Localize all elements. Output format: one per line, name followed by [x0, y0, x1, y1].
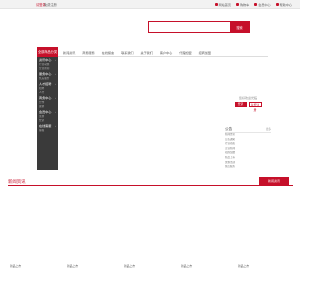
product-card[interactable]: 新品上市	[236, 186, 293, 270]
section-title: 新闻资讯	[8, 179, 26, 184]
user-buttons: 登录 免费注册	[225, 102, 271, 112]
search-bar: 搜索	[148, 21, 250, 33]
product-name[interactable]: 新品上市	[67, 264, 78, 268]
notice-more-link[interactable]: 更多	[266, 127, 271, 131]
sidebar-group[interactable]: 商务中心 合作 案例	[37, 95, 58, 109]
search-button[interactable]: 搜索	[230, 22, 249, 32]
product-card[interactable]: 新品上市	[8, 186, 65, 270]
nav-link[interactable]: 联系我们	[121, 50, 133, 55]
product-list: 新品上市 新品上市 新品上市 新品上市 新品上市	[8, 186, 293, 270]
product-name[interactable]: 新品上市	[10, 264, 21, 268]
notice-header: 公告 更多	[225, 126, 271, 133]
section-header: 新闻资讯 新闻资讯	[8, 177, 293, 186]
sidebar-group[interactable]: 服务中心 售后服务	[37, 71, 58, 81]
nav-link[interactable]: 招商加盟	[199, 50, 211, 55]
product-card[interactable]: 新品上市	[122, 186, 179, 270]
register-link[interactable]: 免费注册	[44, 2, 57, 7]
top-link-cart[interactable]: 购物车	[235, 2, 249, 7]
user-panel: 您好欢迎光临 登录 免费注册	[225, 96, 271, 112]
notice-title: 公告	[225, 126, 233, 131]
top-link-member[interactable]: 会员中心	[254, 2, 271, 7]
register-button[interactable]: 免费注册	[248, 102, 262, 112]
nav-link[interactable]: 关于我们	[141, 50, 153, 55]
category-menu-title[interactable]: 全部商品分类	[37, 47, 58, 57]
top-bar: 请登录 免费注册 网站首页 购物车 会员中心 帮助中心	[0, 0, 300, 9]
top-link-help[interactable]: 帮助中心	[275, 2, 292, 7]
sidebar-group[interactable]: 资讯中心 行业动态 企业新闻	[37, 57, 58, 71]
nav-link[interactable]: 代理加盟	[179, 50, 191, 55]
product-card[interactable]: 新品上市	[65, 186, 122, 270]
top-links: 网站首页 购物车 会员中心 帮助中心	[214, 2, 292, 7]
notice-box: 公告 更多 新闻资讯 公告通知 行业动态 企业新闻 招商加盟 新品上市 优惠活动…	[225, 126, 271, 170]
help-icon	[275, 3, 279, 6]
section-more-button[interactable]: 新闻资讯	[259, 177, 289, 186]
product-card[interactable]: 新品上市	[179, 186, 236, 270]
cart-icon	[235, 3, 239, 6]
category-sidebar: 资讯中心 行业动态 企业新闻 服务中心 售后服务 人才招聘 招聘 人才 商务中心…	[37, 57, 58, 170]
nav-link[interactable]: 商务服务	[82, 50, 94, 55]
welcome-text: 您好欢迎光临	[238, 96, 257, 100]
nav-link[interactable]: 在线留言	[102, 50, 114, 55]
sidebar-group[interactable]: 在线客服 客服	[37, 123, 58, 133]
nav-link[interactable]: 新闻资讯	[63, 50, 75, 55]
product-name[interactable]: 新品上市	[124, 264, 135, 268]
login-button[interactable]: 登录	[234, 102, 247, 107]
product-name[interactable]: 新品上市	[238, 264, 249, 268]
nav-links: 新闻资讯 商务服务 在线留言 联系我们 关于我们 客户中心 代理加盟 招商加盟	[63, 47, 211, 57]
home-icon	[214, 3, 218, 6]
sidebar-item[interactable]: 客服	[39, 129, 56, 133]
main-nav: 全部商品分类 新闻资讯 商务服务 在线留言 联系我们 关于我们 客户中心 代理加…	[37, 47, 268, 57]
nav-link[interactable]: 客户中心	[160, 50, 172, 55]
notice-item[interactable]: 售后服务	[225, 165, 271, 170]
user-icon	[254, 3, 258, 6]
banner-area	[60, 57, 222, 170]
sidebar-group[interactable]: 人才招聘 招聘 人才	[37, 81, 58, 95]
search-input[interactable]	[149, 22, 231, 32]
product-name[interactable]: 新品上市	[181, 264, 192, 268]
sidebar-group[interactable]: 会员中心 注册 登录	[37, 109, 58, 123]
top-link-home[interactable]: 网站首页	[214, 2, 231, 7]
